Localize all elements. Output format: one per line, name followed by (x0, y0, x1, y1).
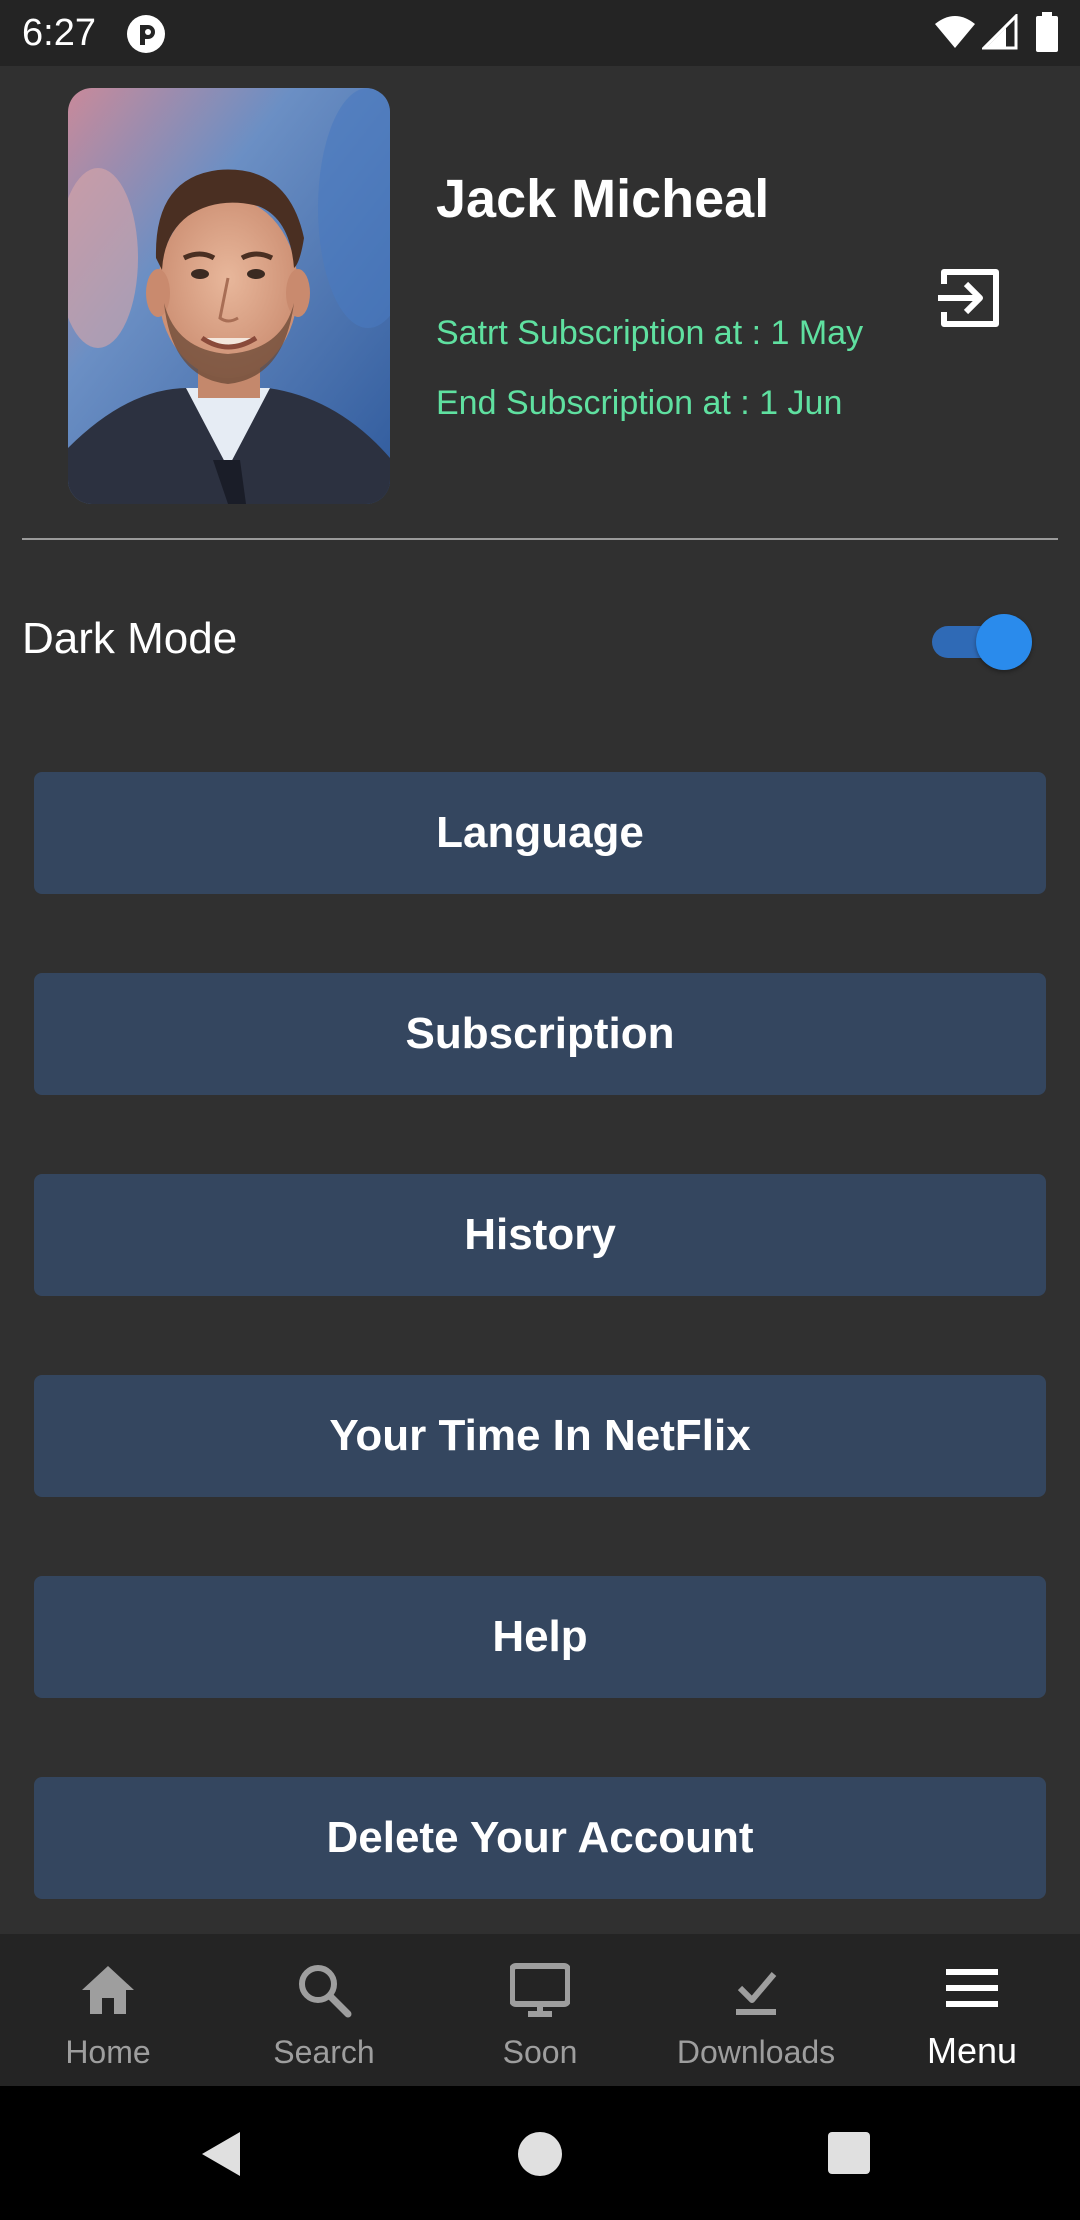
toggle-thumb (976, 614, 1032, 670)
monitor-icon (510, 1963, 570, 2017)
nav-soon-label: Soon (502, 2034, 578, 2070)
back-icon[interactable] (198, 2130, 246, 2178)
nav-soon[interactable]: Soon (432, 1934, 648, 2086)
history-button[interactable]: History (34, 1174, 1046, 1296)
status-bar: 6:27 (0, 0, 1080, 66)
nav-home-label: Home (65, 2034, 151, 2070)
nav-home[interactable]: Home (0, 1934, 216, 2086)
dark-mode-toggle[interactable] (928, 612, 1032, 670)
nav-search[interactable]: Search (216, 1934, 432, 2086)
nav-downloads[interactable]: Downloads (648, 1934, 864, 2086)
dark-mode-label: Dark Mode (22, 614, 238, 663)
home-circle-icon[interactable] (518, 2132, 562, 2176)
logout-icon (938, 269, 999, 327)
search-icon (299, 1965, 352, 2018)
language-button[interactable]: Language (34, 772, 1046, 894)
subscription-button[interactable]: Subscription (34, 973, 1046, 1095)
profile-divider (22, 538, 1058, 540)
profile-name: Jack Micheal (436, 169, 770, 229)
nav-menu[interactable]: Menu (864, 1934, 1080, 2086)
download-check-icon (736, 1972, 777, 2015)
nav-menu-label: Menu (926, 2030, 1018, 2071)
delete-account-button[interactable]: Delete Your Account (34, 1777, 1046, 1899)
nav-downloads-label: Downloads (676, 2034, 836, 2070)
bottom-navigation: Home Search Soon Downloads Menu (0, 1934, 1080, 2086)
logout-button[interactable] (934, 262, 1006, 334)
signal-icon (982, 14, 1018, 50)
wifi-icon (935, 16, 975, 48)
time-in-netflix-button[interactable]: Your Time In NetFlix (34, 1375, 1046, 1497)
status-time: 6:27 (22, 12, 96, 54)
menu-icon (946, 1969, 998, 2007)
home-icon (82, 1966, 134, 2014)
nav-search-label: Search (273, 2034, 375, 2070)
battery-icon (1036, 12, 1058, 52)
recents-square-icon[interactable] (828, 2132, 870, 2174)
system-navigation-bar (0, 2086, 1080, 2220)
subscription-end-date: End Subscription at : 1 Jun (436, 384, 843, 422)
help-button[interactable]: Help (34, 1576, 1046, 1698)
app-notification-icon (127, 15, 165, 53)
subscription-start-date: Satrt Subscription at : 1 May (436, 314, 864, 352)
profile-avatar (68, 88, 390, 504)
profile-screen: 6:27 Jack Micheal Satrt Subscription at … (0, 0, 1080, 2220)
